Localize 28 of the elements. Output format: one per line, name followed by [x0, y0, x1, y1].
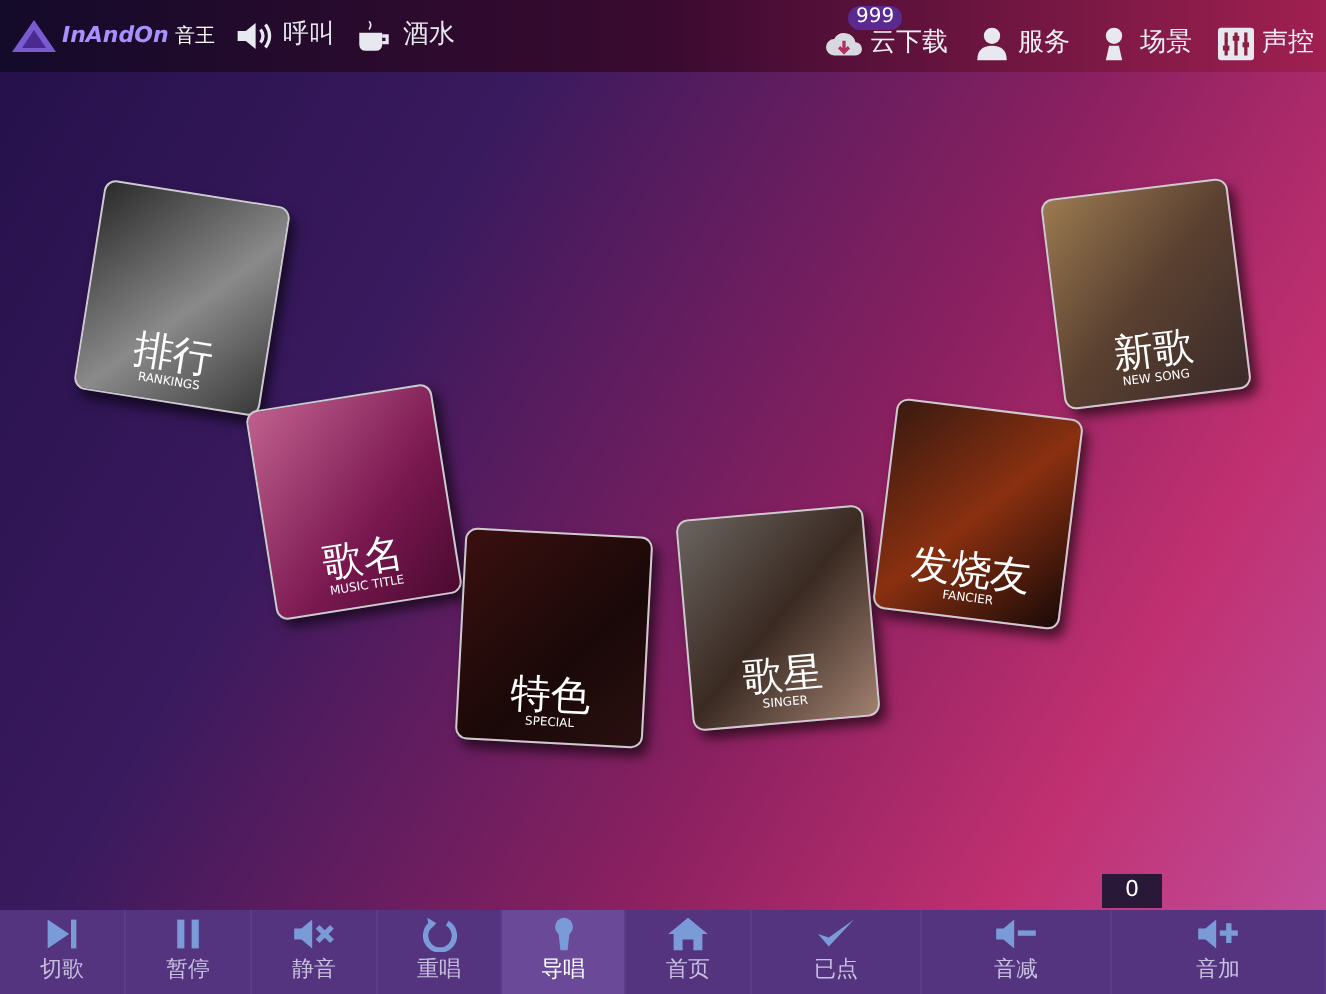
- toolbar-button[interactable]: 已点: [752, 910, 922, 994]
- home-icon: [666, 916, 710, 953]
- brand-logo-text: InAndOn: [62, 19, 169, 52]
- toolbar-button[interactable]: 重唱: [378, 910, 502, 994]
- mute-icon: [292, 916, 336, 953]
- header-button[interactable]: 酒水: [354, 16, 455, 56]
- toolbar-button[interactable]: 音减: [922, 910, 1112, 994]
- header-button[interactable]: 服务: [972, 24, 1070, 64]
- queue-count: 0: [1102, 874, 1162, 908]
- mixer-icon: [1216, 26, 1256, 62]
- speaker-icon: [234, 18, 275, 54]
- brand-sub-text: 音王: [174, 23, 215, 51]
- volume-down-icon: [994, 916, 1038, 953]
- header-button[interactable]: 呼叫: [234, 16, 335, 56]
- toolbar-button[interactable]: 首页: [626, 910, 752, 994]
- toolbar-button[interactable]: 导唱: [502, 910, 626, 994]
- cup-icon: [354, 18, 395, 54]
- toolbar-button[interactable]: 切歌: [0, 910, 126, 994]
- volume-up-icon: [1196, 916, 1240, 953]
- toolbar-button[interactable]: 静音: [252, 910, 378, 994]
- toolbar-button[interactable]: 暂停: [126, 910, 252, 994]
- header-button[interactable]: 场景: [1094, 24, 1192, 64]
- tile-title: 特色: [509, 669, 593, 718]
- replay-icon: [417, 916, 461, 953]
- count-badge: 999: [848, 6, 903, 31]
- header-button[interactable]: 声控: [1216, 24, 1314, 64]
- toolbar-button[interactable]: 音加: [1112, 910, 1326, 994]
- person-icon: [972, 26, 1012, 62]
